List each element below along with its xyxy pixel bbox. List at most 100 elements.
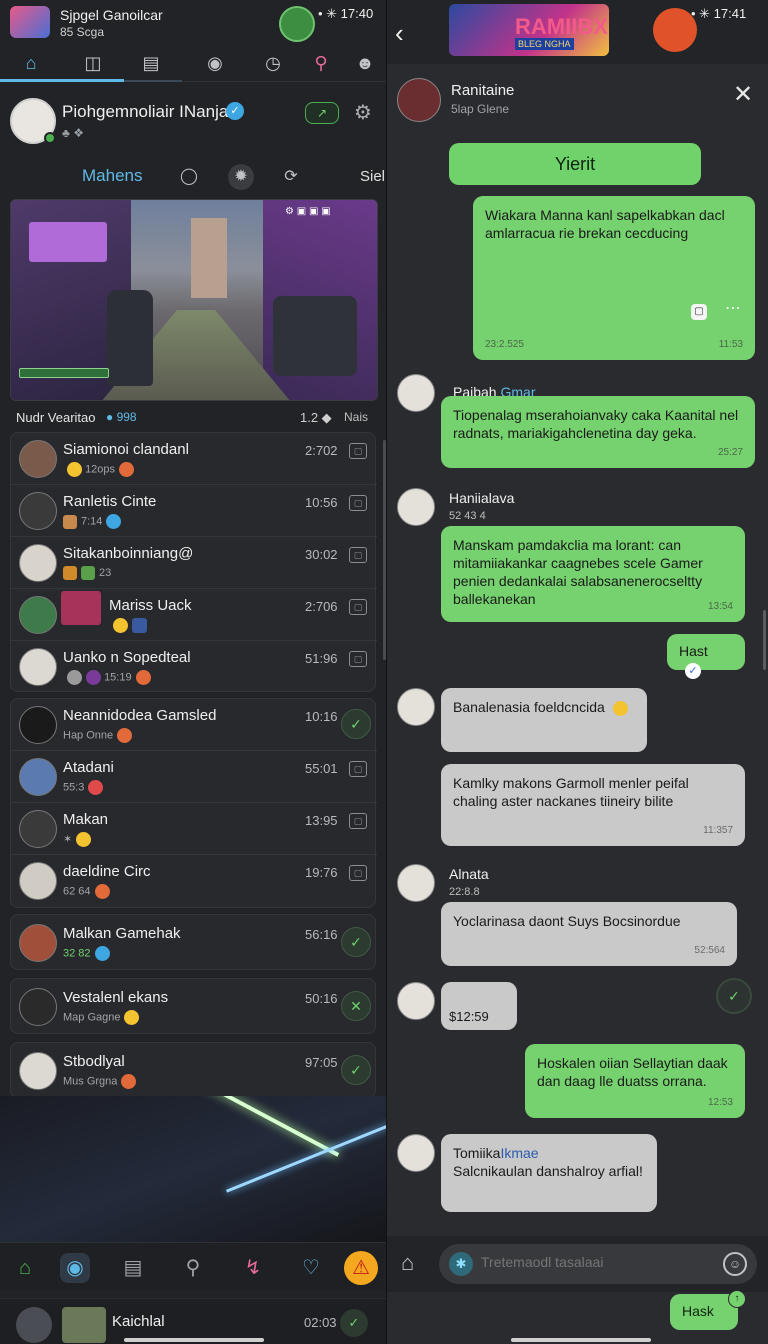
list-item[interactable]: Vestalenl ekans Map Gagne 50:16 ✕ (11, 981, 377, 1033)
refresh-icon[interactable]: ⟳ (278, 164, 304, 190)
check-fab-icon[interactable]: ✓ (716, 978, 752, 1014)
list-item[interactable]: Ranletis Cinte 7:14 10:56 ▢ (11, 485, 377, 537)
sender-avatar[interactable] (397, 488, 435, 526)
game-screenshot[interactable]: ⚙ ▣ ▣ ▣ (10, 199, 378, 401)
expand-icon[interactable]: ▢ (349, 761, 367, 777)
sender-avatar[interactable] (397, 982, 435, 1020)
message-bubble[interactable]: Manskam pamdakclia ma lorant: can mitami… (441, 526, 745, 622)
message-bubble[interactable]: Yoclarinasa daont Suys Bocsinordue 52:56… (441, 902, 737, 966)
emoji-picker-icon[interactable]: ☺ (723, 1252, 747, 1276)
search-icon[interactable]: ⚲ (178, 1253, 208, 1283)
message-bubble[interactable]: Tiopenalag mserahoianvaky caka Kaanital … (441, 396, 755, 468)
user-avatar[interactable] (279, 6, 315, 42)
library-tab-icon[interactable]: ▤ (136, 50, 166, 76)
message-text: Hoskalen oiian Sellaytian daak dan daag … (537, 1055, 728, 1089)
activity-icon[interactable]: ▤ (118, 1253, 148, 1283)
board-tab-icon[interactable]: ◫ (78, 50, 108, 76)
trend-button[interactable]: ↗ (305, 102, 339, 124)
list-item-name: daeldine Circ (63, 863, 151, 880)
list-sort[interactable]: Nais (344, 410, 368, 424)
list-item-time: 10:56 (305, 495, 338, 510)
check-icon[interactable]: ✓ (340, 1309, 368, 1337)
list-item-sub: 32 82 (63, 946, 110, 961)
sender-avatar[interactable] (397, 864, 435, 902)
list-item-sub: 15:19 (63, 670, 151, 685)
list-item[interactable]: daeldine Circ 62 64 19:76 ▢ (11, 855, 377, 907)
expand-icon[interactable]: ▢ (349, 865, 367, 881)
avatar (19, 492, 57, 530)
back-icon[interactable]: ‹ (395, 18, 404, 49)
message-bubble[interactable]: Banalenasia foeldcncida (441, 688, 647, 752)
clock-tab-icon[interactable]: ◷ (258, 50, 288, 76)
list-item[interactable]: Stbodlyal Mus Grgna 97:05 ✓ (11, 1045, 377, 1097)
profile-header: Piohgemnoliair INanjan ✓ ♣ ❖ ↗ ⚙ (0, 90, 386, 150)
list-item[interactable]: Neannidodea Gamsled Hap Onne 10:16 ✓ (11, 699, 377, 751)
camera-icon[interactable]: ◉ (60, 1253, 90, 1283)
list-item[interactable]: Sitakanboinniang@ 23 30:02 ▢ (11, 537, 377, 589)
list-item[interactable]: Makan ✶ 13:95 ▢ (11, 803, 377, 855)
scrollbar[interactable] (383, 440, 386, 660)
close-icon[interactable]: ✕ (733, 80, 753, 109)
list-item[interactable]: Malkan Gamehak 32 82 56:16 ✓ (11, 917, 377, 969)
conversation-card: Siamionoi clandanl 12ops 2:702 ▢ Ranleti… (10, 432, 377, 693)
expand-icon[interactable]: ▢ (349, 495, 367, 511)
expand-icon[interactable]: ▢ (349, 813, 367, 829)
home-icon[interactable]: ⌂ (10, 1253, 40, 1283)
list-item-name: Makan (63, 811, 109, 828)
reaction-icon[interactable]: ▢ (691, 304, 707, 320)
home-icon[interactable]: ⌂ (401, 1250, 414, 1276)
message-bubble[interactable]: Hoskalen oiian Sellaytian daak dan daag … (525, 1044, 745, 1118)
sender-avatar[interactable] (397, 688, 435, 726)
message-text: Manskam pamdakclia ma lorant: can mitami… (453, 537, 703, 607)
list-item[interactable]: Uanko n Sopedteal 15:19 51:96 ▢ (11, 641, 377, 693)
filter-icon[interactable]: ✹ (228, 164, 254, 190)
scrollbar[interactable] (763, 610, 766, 670)
primary-action-button[interactable]: Yierit (449, 143, 701, 185)
list-item[interactable]: Mariss Uack 2:706 ▢ (11, 589, 377, 641)
attach-icon[interactable]: ✱ (449, 1252, 473, 1276)
message-text: Salcnikaulan danshalroy arfial! (453, 1163, 643, 1179)
sender-avatar[interactable] (397, 1134, 435, 1172)
emoji-icon (132, 618, 147, 633)
emoji-icon (67, 462, 82, 477)
sender-avatar[interactable] (397, 374, 435, 412)
more-icon[interactable]: ⋯ (725, 300, 741, 318)
emoji-icon (94, 946, 110, 961)
message-bubble[interactable]: $12:59 (441, 982, 517, 1030)
sender-second: Ikmae (500, 1145, 539, 1161)
profile-subtitle: ♣ ❖ (62, 126, 84, 140)
check-icon[interactable]: ✓ (341, 1055, 371, 1085)
camera-tab-icon[interactable]: ◉ (200, 50, 230, 76)
emoji-icon (121, 1074, 137, 1089)
tab-mahens[interactable]: Mahens (82, 166, 142, 186)
tab-siel[interactable]: Siel (360, 168, 385, 185)
home-indicator (124, 1338, 264, 1342)
expand-icon[interactable]: ▢ (349, 599, 367, 615)
check-icon[interactable]: ✓ (341, 927, 371, 957)
expand-icon[interactable]: ▢ (349, 547, 367, 563)
list-item-name: Neannidodea Gamsled (63, 707, 217, 724)
alert-icon[interactable]: ⚠ (344, 1251, 378, 1285)
message-bubble[interactable]: TomiikaIkmae Salcnikaulan danshalroy arf… (441, 1134, 657, 1212)
message-bubble[interactable]: Wiakara Manna kanl sapelkabkan dacl amla… (473, 196, 755, 360)
expand-icon[interactable]: ▢ (349, 443, 367, 459)
chat-avatar[interactable] (397, 78, 441, 122)
profile-tab-icon[interactable]: ☻ (350, 50, 380, 76)
message-input[interactable] (481, 1254, 711, 1270)
list-item[interactable]: Siamionoi clandanl 12ops 2:702 ▢ (11, 433, 377, 485)
message-bubble[interactable]: Hast ✓ (667, 634, 745, 679)
expand-icon[interactable]: ▢ (349, 651, 367, 667)
home-tab-icon[interactable]: ⌂ (16, 50, 46, 76)
heart-icon[interactable]: ♡ (296, 1253, 326, 1283)
bookmark-icon[interactable]: ↯ (238, 1253, 268, 1283)
check-icon[interactable]: ✓ (341, 709, 371, 739)
bottom-navigation: ⌂ ◉ ▤ ⚲ ↯ ♡ ⚠ (0, 1242, 386, 1290)
list-item[interactable]: Atadani 55:3 55:01 ▢ (11, 751, 377, 803)
search-tab-icon[interactable]: ⚲ (306, 50, 336, 76)
message-bubble[interactable]: Kamlky makons Garmoll menler peifal chal… (441, 764, 745, 846)
tag-icon[interactable]: ◯ (176, 164, 202, 190)
message-text: Yoclarinasa daont Suys Bocsinordue (453, 913, 681, 929)
close-check-icon[interactable]: ✕ (341, 991, 371, 1021)
gear-icon[interactable]: ⚙ (354, 100, 372, 125)
list-item-subtext: 23 (99, 566, 112, 579)
